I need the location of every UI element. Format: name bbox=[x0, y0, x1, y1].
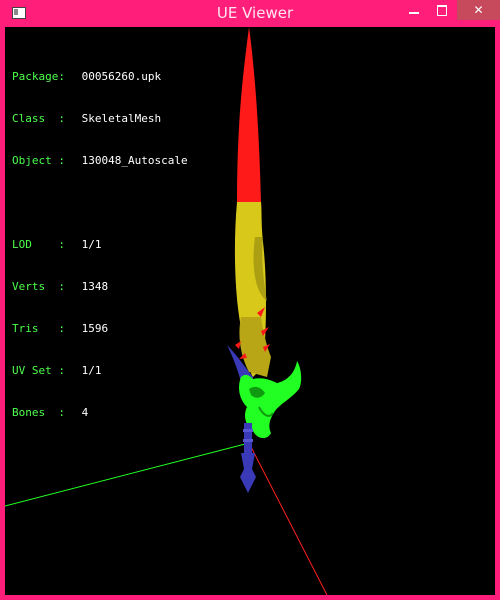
uvset-value: 1/1 bbox=[81, 364, 102, 377]
package-label: Package: bbox=[12, 70, 65, 83]
info-row-package: Package: 00056260.upk bbox=[12, 70, 188, 84]
grip-wrap-1 bbox=[243, 429, 253, 432]
info-row-class: Class : SkeletalMesh bbox=[12, 112, 188, 126]
info-row-object: Object : 130048_Autoscale bbox=[12, 154, 188, 168]
info-row-tris: Tris : 1596 bbox=[12, 322, 188, 336]
pommel bbox=[240, 453, 256, 493]
class-value: SkeletalMesh bbox=[81, 112, 162, 125]
maximize-button[interactable] bbox=[429, 0, 455, 20]
object-value: 130048_Autoscale bbox=[81, 154, 188, 167]
close-button[interactable]: ✕ bbox=[457, 0, 500, 20]
x-axis-line bbox=[5, 442, 250, 507]
y-axis-line bbox=[248, 442, 328, 595]
blade-tip bbox=[237, 27, 261, 202]
minimize-button[interactable] bbox=[401, 0, 427, 20]
object-label: Object : bbox=[12, 154, 65, 167]
3d-viewport[interactable]: Package: 00056260.upk Class : SkeletalMe… bbox=[5, 27, 495, 595]
title-bar[interactable]: UE Viewer ✕ bbox=[5, 0, 500, 27]
lod-value: 1/1 bbox=[81, 238, 102, 251]
tris-value: 1596 bbox=[81, 322, 109, 335]
grip bbox=[244, 423, 252, 453]
class-label: Class : bbox=[12, 112, 65, 125]
bones-value: 4 bbox=[81, 406, 89, 419]
package-value: 00056260.upk bbox=[81, 70, 162, 83]
info-row-lod: LOD : 1/1 bbox=[12, 238, 188, 252]
grip-wrap-2 bbox=[243, 439, 253, 442]
info-row-bones: Bones : 4 bbox=[12, 406, 188, 420]
info-row-uvset: UV Set : 1/1 bbox=[12, 364, 188, 378]
verts-value: 1348 bbox=[81, 280, 109, 293]
close-icon: ✕ bbox=[473, 3, 484, 17]
info-row-verts: Verts : 1348 bbox=[12, 280, 188, 294]
lod-label: LOD : bbox=[12, 238, 65, 251]
verts-label: Verts : bbox=[12, 280, 65, 293]
tris-label: Tris : bbox=[12, 322, 65, 335]
uvset-label: UV Set : bbox=[12, 364, 65, 377]
bones-label: Bones : bbox=[12, 406, 65, 419]
mesh-info-panel: Package: 00056260.upk Class : SkeletalMe… bbox=[12, 42, 188, 448]
